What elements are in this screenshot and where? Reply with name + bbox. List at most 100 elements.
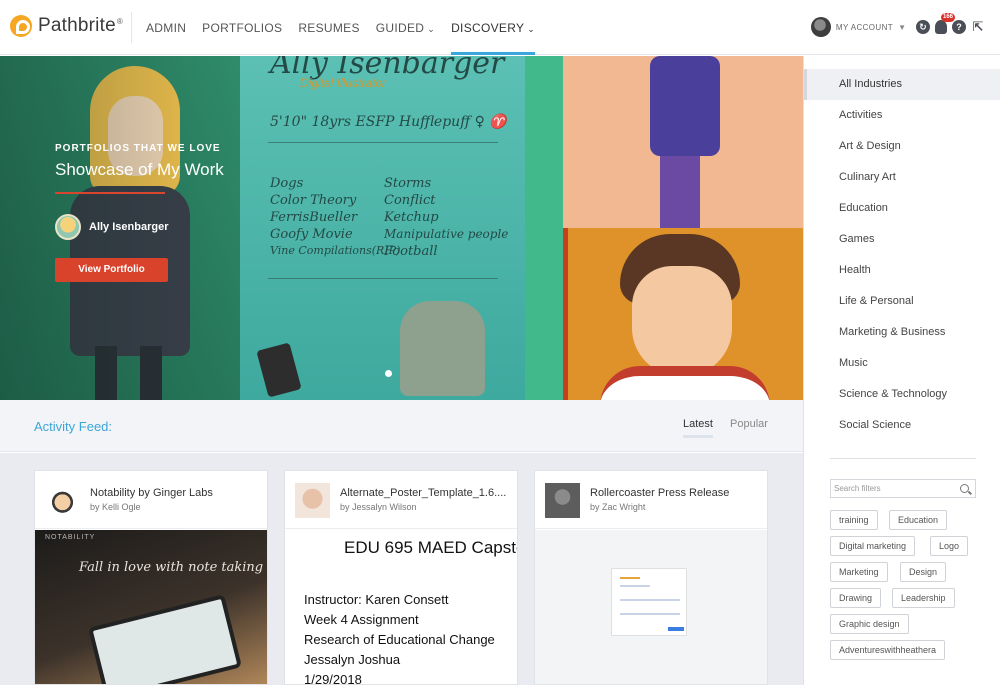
artwork-dislike: Football bbox=[384, 244, 438, 259]
card-author[interactable]: by Jessalyn Wilson bbox=[340, 502, 417, 512]
top-nav: Pathbrite® ADMIN PORTFOLIOS RESUMES GUID… bbox=[0, 0, 1000, 55]
my-account-menu[interactable]: MY ACCOUNT bbox=[836, 23, 893, 32]
preview-button bbox=[668, 627, 684, 631]
industry-science-technology[interactable]: Science & Technology bbox=[804, 379, 1000, 410]
chevron-down-icon: ⌄ bbox=[527, 24, 536, 34]
industry-education[interactable]: Education bbox=[804, 193, 1000, 224]
card-header: Notability by Ginger Labs by Kelli Ogle bbox=[35, 471, 267, 529]
feed-card[interactable]: Notability by Ginger Labs by Kelli Ogle … bbox=[34, 470, 268, 685]
preview-doc-line: Jessalyn Joshua bbox=[304, 652, 401, 667]
tag-education[interactable]: Education bbox=[889, 510, 948, 530]
card-preview[interactable] bbox=[535, 530, 767, 684]
help-icon[interactable]: ? bbox=[952, 20, 966, 34]
preview-line bbox=[620, 577, 640, 579]
illustration-pants bbox=[660, 156, 700, 228]
illustration-backpack bbox=[400, 301, 485, 396]
divider bbox=[830, 458, 976, 459]
artwork-like: FerrisBueller bbox=[270, 210, 358, 225]
nav-resumes[interactable]: RESUMES bbox=[298, 0, 359, 55]
preview-screenshot bbox=[611, 568, 687, 636]
artwork-like: Color Theory bbox=[270, 193, 357, 208]
tag-drawing[interactable]: Drawing bbox=[830, 588, 882, 608]
activity-icon[interactable]: ↻ bbox=[916, 20, 930, 34]
bell-icon[interactable]: 166 bbox=[935, 13, 956, 34]
industry-marketing-business[interactable]: Marketing & Business bbox=[804, 317, 1000, 348]
industry-health[interactable]: Health bbox=[804, 255, 1000, 286]
preview-tagline: Fall in love with note taking bbox=[79, 560, 264, 575]
filter-search bbox=[830, 479, 976, 498]
preview-doc-line: Instructor: Karen Consett bbox=[304, 592, 449, 607]
hero-author[interactable]: Ally Isenbarger bbox=[55, 214, 168, 240]
search-icon[interactable] bbox=[960, 484, 969, 493]
artwork-dislike: Conflict bbox=[384, 193, 436, 208]
tag-marketing[interactable]: Marketing bbox=[830, 562, 888, 582]
tag-logo[interactable]: Logo bbox=[930, 536, 969, 556]
divider bbox=[268, 278, 498, 279]
card-avatar bbox=[295, 483, 330, 518]
artwork-like: Vine Compilations(RIP) bbox=[270, 244, 401, 257]
nav-portfolios[interactable]: PORTFOLIOS bbox=[202, 0, 282, 55]
hero-panel-strip bbox=[525, 56, 563, 400]
share-icon[interactable]: ⇱ bbox=[971, 20, 985, 34]
preview-doc-line: 1/29/2018 bbox=[304, 672, 362, 685]
search-input[interactable] bbox=[834, 481, 954, 496]
card-author[interactable]: by Zac Wright bbox=[590, 502, 645, 512]
preview-doc-line: Research of Educational Change bbox=[304, 632, 495, 647]
hero-carousel: Ally Isenbarger Digital Illustrator 5'10… bbox=[0, 56, 803, 400]
carousel-dot[interactable] bbox=[385, 370, 392, 377]
card-title[interactable]: Notability by Ginger Labs bbox=[90, 487, 262, 499]
card-preview[interactable]: NOTABILITY Fall in love with note taking bbox=[35, 530, 267, 684]
tag-design[interactable]: Design bbox=[900, 562, 947, 582]
tag-adventureswithheathera[interactable]: Adventureswithheathera bbox=[830, 640, 946, 660]
hero-title: Showcase of My Work bbox=[55, 160, 224, 179]
industry-music[interactable]: Music bbox=[804, 348, 1000, 379]
tab-popular[interactable]: Popular bbox=[730, 418, 768, 438]
artwork-dislike: Ketchup bbox=[384, 210, 439, 225]
card-preview[interactable]: EDU 695 MAED Capsto Instructor: Karen Co… bbox=[285, 530, 517, 685]
card-author[interactable]: by Kelli Ogle bbox=[90, 502, 141, 512]
tag-digital-marketing[interactable]: Digital marketing bbox=[830, 536, 916, 556]
hero-eyebrow: PORTFOLIOS THAT WE LOVE bbox=[55, 143, 221, 154]
avatar bbox=[55, 214, 81, 240]
account-area: MY ACCOUNT ▼ ↻ 166 ? ⇱ bbox=[810, 13, 990, 37]
preview-brand: NOTABILITY bbox=[45, 534, 96, 541]
preview-line bbox=[620, 599, 680, 601]
industry-art-design[interactable]: Art & Design bbox=[804, 131, 1000, 162]
tab-latest[interactable]: Latest bbox=[683, 418, 713, 438]
tag-graphic-design[interactable]: Graphic design bbox=[830, 614, 909, 634]
nav-discovery[interactable]: DISCOVERY ⌄ bbox=[451, 0, 536, 55]
card-avatar bbox=[545, 483, 580, 518]
industry-life-personal[interactable]: Life & Personal bbox=[804, 286, 1000, 317]
card-title[interactable]: Rollercoaster Press Release bbox=[590, 487, 762, 499]
industry-activities[interactable]: Activities bbox=[804, 100, 1000, 131]
illustration-shirt bbox=[600, 366, 770, 400]
industry-all[interactable]: All Industries bbox=[804, 69, 1000, 100]
hero-title-rule bbox=[55, 192, 165, 194]
card-header: Alternate_Poster_Template_1.6.... by Jes… bbox=[285, 471, 517, 529]
artwork-dislike: Manipulative people bbox=[384, 227, 509, 241]
feed-card[interactable]: Rollercoaster Press Release by Zac Wrigh… bbox=[534, 470, 768, 685]
avatar[interactable] bbox=[810, 17, 831, 37]
activity-feed-title: Activity Feed: bbox=[34, 419, 113, 434]
nav-guided[interactable]: GUIDED ⌄ bbox=[376, 0, 435, 55]
tag-leadership[interactable]: Leadership bbox=[892, 588, 955, 608]
card-title[interactable]: Alternate_Poster_Template_1.6.... bbox=[340, 487, 512, 499]
brand-name: Pathbrite® bbox=[38, 15, 123, 36]
chevron-down-icon[interactable]: ▼ bbox=[898, 23, 906, 32]
preview-line bbox=[620, 613, 680, 615]
filters-sidebar: All Industries Activities Art & Design C… bbox=[803, 56, 1000, 685]
nav-admin[interactable]: ADMIN bbox=[146, 0, 186, 55]
preview-tablet-image bbox=[88, 594, 242, 684]
illustration-shirt bbox=[650, 56, 720, 156]
artwork-stats: 5'10" 18yrs ESFP Hufflepuff ♀ ♈ bbox=[270, 114, 507, 130]
illustration-face bbox=[632, 266, 732, 376]
preview-line bbox=[620, 585, 650, 587]
tag-training[interactable]: training bbox=[830, 510, 878, 530]
pathbrite-logo[interactable]: Pathbrite® bbox=[10, 15, 123, 37]
industry-social-science[interactable]: Social Science bbox=[804, 410, 1000, 441]
industry-games[interactable]: Games bbox=[804, 224, 1000, 255]
artwork-like: Goofy Movie bbox=[270, 227, 353, 242]
feed-card[interactable]: Alternate_Poster_Template_1.6.... by Jes… bbox=[284, 470, 518, 685]
view-portfolio-button[interactable]: View Portfolio bbox=[55, 258, 168, 282]
industry-culinary-art[interactable]: Culinary Art bbox=[804, 162, 1000, 193]
